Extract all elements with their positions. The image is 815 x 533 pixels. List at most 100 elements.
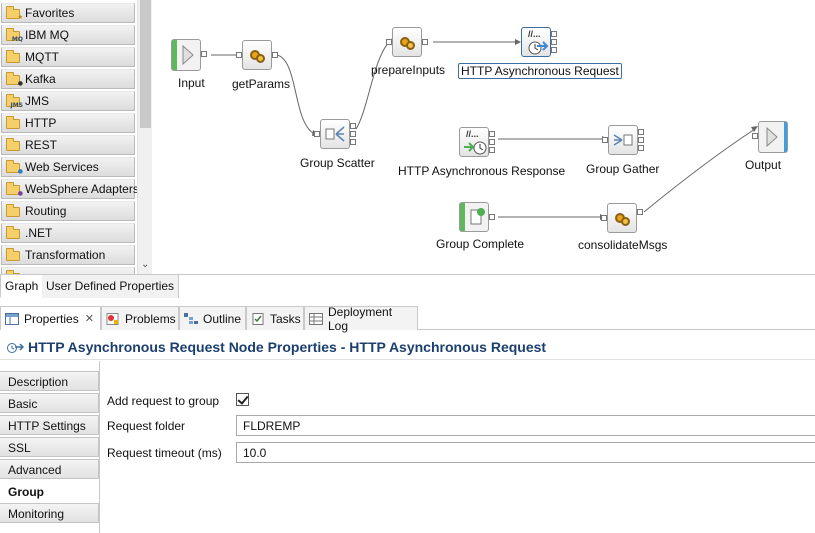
palette-item-partial[interactable] <box>1 267 135 274</box>
output-terminal[interactable] <box>201 51 207 57</box>
tab-monitoring[interactable]: Monitoring <box>0 503 99 523</box>
output-terminal[interactable] <box>551 31 557 37</box>
input-terminal[interactable] <box>314 131 320 137</box>
palette-item-rest[interactable]: REST <box>1 135 135 155</box>
node-label: Input <box>178 76 205 90</box>
scrollbar-thumb[interactable] <box>140 0 151 128</box>
input-terminal[interactable] <box>386 39 392 45</box>
tab-properties[interactable]: Properties ✕ <box>0 306 101 330</box>
tab-user-defined-properties[interactable]: User Defined Properties <box>42 275 180 298</box>
tab-problems[interactable]: Problems <box>101 306 179 330</box>
output-terminal[interactable] <box>489 131 495 137</box>
http-async-request-small-icon <box>6 340 25 354</box>
output-terminal[interactable] <box>551 47 557 53</box>
output-terminal[interactable] <box>638 145 644 151</box>
input-terminal[interactable] <box>752 133 758 139</box>
properties-header: HTTP Asynchronous Request Node Propertie… <box>0 334 815 360</box>
palette-item-label: Routing <box>25 204 67 218</box>
flow-canvas[interactable]: Input getParams Group Scatter prepareInp… <box>153 0 815 274</box>
palette-item-favorites[interactable]: ★ Favorites <box>1 3 135 23</box>
palette-scrollbar[interactable]: ⌄ <box>137 0 152 274</box>
folder-adapters-icon: ● <box>6 182 23 197</box>
palette-item-transformation[interactable]: Transformation <box>1 245 135 265</box>
request-folder-label: Request folder <box>107 419 186 433</box>
folder-http-icon <box>6 116 22 130</box>
node-label: Group Complete <box>436 237 525 251</box>
palette-item-label: MQTT <box>25 50 59 64</box>
palette-item-http[interactable]: HTTP <box>1 113 135 133</box>
palette-item-label: Web Services <box>25 160 99 174</box>
palette-item-web-services[interactable]: ● Web Services <box>1 157 135 177</box>
folder-transformation-icon <box>6 248 22 262</box>
palette-item-dotnet[interactable]: .NET <box>1 223 135 243</box>
output-terminal[interactable] <box>422 39 428 45</box>
palette-item-mqtt[interactable]: MQTT <box>1 47 135 67</box>
folder-dotnet-icon <box>6 226 22 240</box>
palette-item-label: Transformation <box>25 248 106 262</box>
folder-kafka-icon: ● <box>6 72 23 87</box>
request-timeout-label: Request timeout (ms) <box>107 446 222 460</box>
views-tab-bar: Properties ✕ Problems Outline Tasks Depl… <box>0 304 815 333</box>
side-tabs-divider <box>99 361 100 533</box>
palette-item-label: .NET <box>25 226 53 240</box>
http-async-request-icon: //... <box>521 27 551 57</box>
editor-tabs: Graph User Defined Properties <box>0 274 815 298</box>
palette-item-kafka[interactable]: ● Kafka <box>1 69 135 89</box>
palette-item-ibm-mq[interactable]: MQ IBM MQ <box>1 25 135 45</box>
palette-item-jms[interactable]: JMS JMS <box>1 91 135 111</box>
add-request-label: Add request to group <box>107 394 220 408</box>
node-label: Output <box>745 158 782 172</box>
tab-description[interactable]: Description <box>0 371 99 391</box>
palette-item-websphere-adapters[interactable]: ● WebSphere Adapters <box>1 179 139 199</box>
tab-tasks[interactable]: Tasks <box>246 306 304 330</box>
output-terminal[interactable] <box>638 137 644 143</box>
tab-outline[interactable]: Outline <box>179 306 246 330</box>
close-icon[interactable]: ✕ <box>85 312 94 325</box>
input-terminal[interactable] <box>236 52 242 58</box>
tab-ssl[interactable]: SSL <box>0 437 99 457</box>
output-terminal[interactable] <box>489 214 495 220</box>
output-terminal[interactable] <box>637 209 643 215</box>
tab-label: Tasks <box>270 311 301 326</box>
tab-label: Problems <box>125 311 176 326</box>
node-label: Group Scatter <box>300 156 375 170</box>
palette-item-label: JMS <box>25 94 49 108</box>
request-folder-input[interactable] <box>236 415 815 436</box>
output-terminal[interactable] <box>350 123 356 129</box>
gather-node-icon <box>608 125 638 155</box>
outline-icon <box>184 312 198 325</box>
output-node-icon <box>758 121 788 153</box>
output-terminal[interactable] <box>272 52 278 58</box>
output-terminal[interactable] <box>489 139 495 145</box>
folder-webservices-icon: ● <box>6 160 23 175</box>
input-terminal[interactable] <box>602 137 608 143</box>
chevron-down-icon[interactable]: ⌄ <box>141 260 149 270</box>
tab-label: Deployment Log <box>328 304 393 333</box>
output-terminal[interactable] <box>551 39 557 45</box>
folder-mqtt-icon <box>6 50 22 64</box>
tab-graph[interactable]: Graph <box>0 275 44 298</box>
folder-jms-icon: JMS <box>6 94 23 109</box>
output-terminal[interactable] <box>350 131 356 137</box>
add-request-checkbox[interactable] <box>236 393 249 406</box>
output-terminal[interactable] <box>350 139 356 145</box>
group-complete-icon <box>459 202 489 232</box>
palette-item-routing[interactable]: Routing <box>1 201 135 221</box>
palette-item-label: Favorites <box>25 6 75 20</box>
tab-label: Properties <box>24 311 79 326</box>
folder-mq-icon: MQ <box>6 28 23 43</box>
palette-item-label: REST <box>25 138 58 152</box>
palette: ★ Favorites MQ IBM MQ MQTT ● Kafka JMS J… <box>0 0 152 274</box>
tab-deployment-log[interactable]: Deployment Log <box>304 304 418 333</box>
input-terminal[interactable] <box>601 215 607 221</box>
request-timeout-input[interactable] <box>236 442 815 463</box>
node-label: prepareInputs <box>371 63 446 77</box>
tab-group[interactable]: Group <box>0 481 99 501</box>
node-label: HTTP Asynchronous Response <box>398 164 566 178</box>
tab-basic[interactable]: Basic <box>0 393 99 413</box>
tab-advanced[interactable]: Advanced <box>0 459 99 479</box>
tab-http-settings[interactable]: HTTP Settings <box>0 415 99 435</box>
compute-node-icon <box>607 203 637 233</box>
output-terminal[interactable] <box>638 129 644 135</box>
output-terminal[interactable] <box>489 147 495 153</box>
